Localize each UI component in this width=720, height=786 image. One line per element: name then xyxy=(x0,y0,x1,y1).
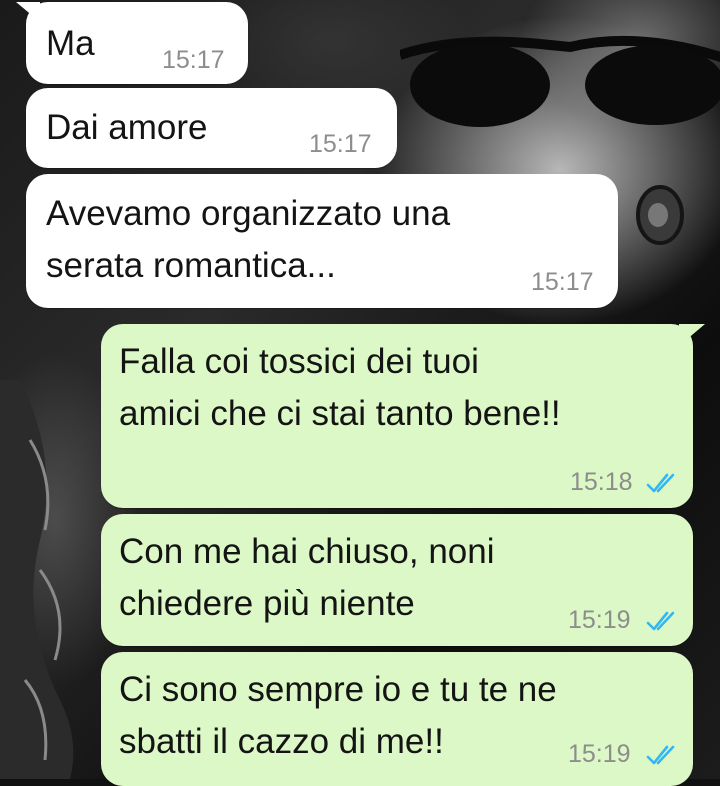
message-time: 15:18 xyxy=(570,468,633,496)
wallpaper-sunglasses-shape xyxy=(400,35,720,127)
message-bubble-outgoing[interactable]: Con me hai chiuso, noni chiedere più nie… xyxy=(101,514,693,646)
message-time: 15:17 xyxy=(162,46,225,74)
message-bubble-incoming[interactable]: Avevamo organizzato una serata romantica… xyxy=(26,174,618,308)
bubble-tail-icon xyxy=(16,2,40,22)
message-text: Falla coi tossici dei tuoi amici che ci … xyxy=(119,342,561,433)
message-time: 15:17 xyxy=(309,130,372,158)
read-receipt-icon xyxy=(646,473,675,493)
message-text: Avevamo organizzato una serata romantica… xyxy=(46,194,451,285)
read-receipt-icon xyxy=(646,611,675,631)
message-text: Con me hai chiuso, noni chiedere più nie… xyxy=(119,532,495,623)
message-bubble-outgoing[interactable]: Falla coi tossici dei tuoi amici che ci … xyxy=(101,324,705,508)
message-bubble-incoming[interactable]: Dai amore 15:17 xyxy=(26,88,397,168)
message-time: 15:19 xyxy=(568,740,631,768)
message-text: Ma xyxy=(46,24,95,63)
read-receipt-icon xyxy=(646,745,675,765)
message-text: Dai amore xyxy=(46,108,208,147)
bubble-tail-icon xyxy=(679,324,705,346)
message-bubble-outgoing[interactable]: Ci sono sempre io e tu te ne sbatti il c… xyxy=(101,652,693,786)
wallpaper-earpiece-shape xyxy=(636,185,684,245)
message-bubble-incoming[interactable]: Ma 15:17 xyxy=(16,2,248,84)
message-text: Ci sono sempre io e tu te ne sbatti il c… xyxy=(119,670,557,761)
message-time: 15:19 xyxy=(568,606,631,634)
message-time: 15:17 xyxy=(531,268,594,296)
wallpaper-tattoo-shape xyxy=(0,380,74,779)
